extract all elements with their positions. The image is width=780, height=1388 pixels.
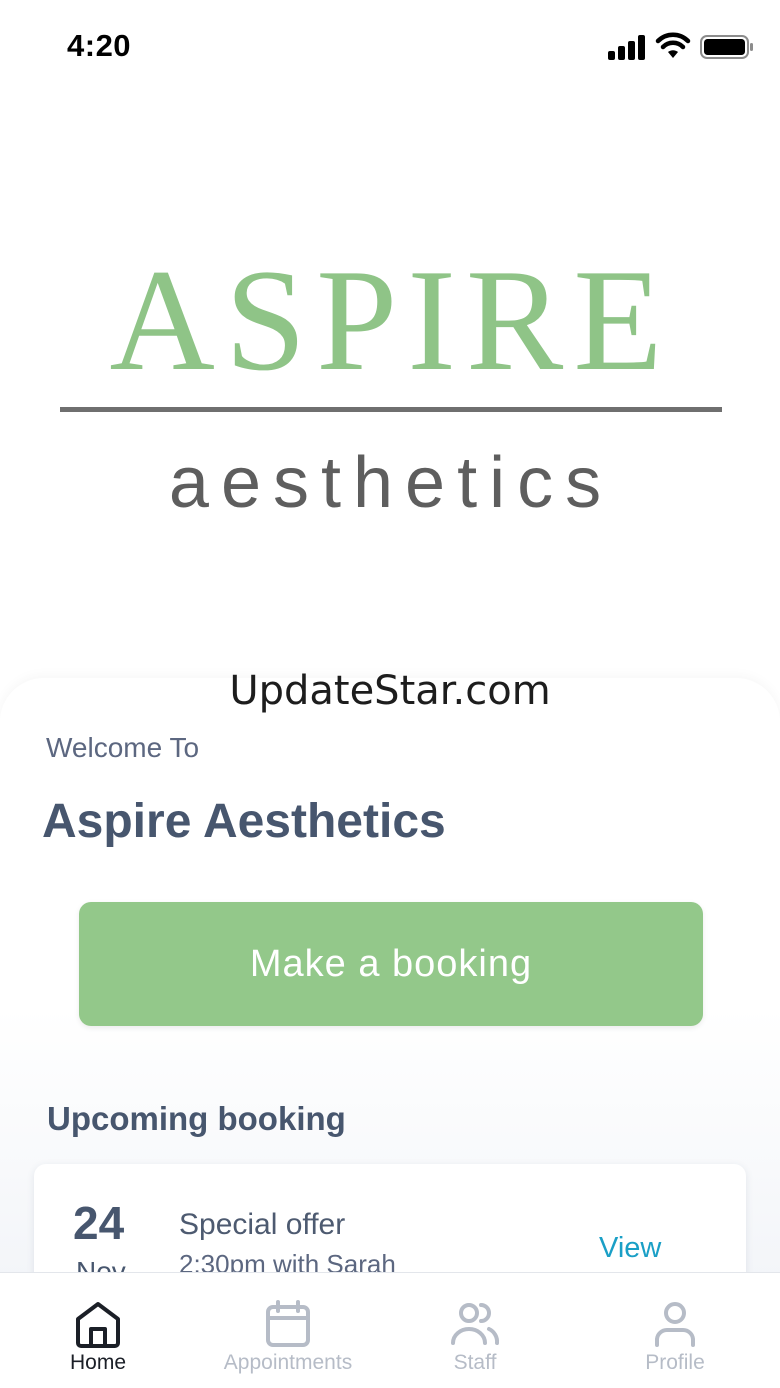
- make-booking-button[interactable]: Make a booking: [79, 902, 703, 1026]
- wifi-icon: [655, 32, 691, 58]
- welcome-label: Welcome To: [46, 732, 200, 763]
- booking-date-day: 24: [73, 1197, 125, 1249]
- logo-subtitle: aesthetics: [168, 443, 614, 523]
- logo-wordmark: ASPIRE: [109, 239, 673, 401]
- watermark-text: UpdateStar.com: [229, 668, 551, 714]
- staff-icon: [451, 1303, 500, 1345]
- status-icons: [608, 32, 753, 62]
- tab-home[interactable]: Home: [38, 1273, 158, 1388]
- tab-profile-label: Profile: [645, 1351, 705, 1374]
- status-bar: 4:20: [0, 0, 780, 92]
- tab-appointments[interactable]: Appointments: [203, 1273, 373, 1388]
- upcoming-booking-title: Upcoming booking: [47, 1100, 346, 1137]
- tab-staff-label: Staff: [453, 1351, 497, 1374]
- tab-appointments-label: Appointments: [223, 1351, 353, 1374]
- view-booking-link[interactable]: View: [599, 1232, 661, 1265]
- booking-service-title: Special offer: [179, 1208, 346, 1241]
- battery-icon: [700, 35, 753, 59]
- tab-staff[interactable]: Staff: [420, 1273, 530, 1388]
- signal-icon: [608, 34, 648, 60]
- bottom-tab-bar: Home Appointments Staff Profile: [0, 1272, 780, 1388]
- business-name: Aspire Aesthetics: [42, 795, 446, 848]
- logo-divider: [60, 407, 722, 412]
- status-time: 4:20: [67, 28, 132, 63]
- profile-icon: [655, 1302, 695, 1347]
- tab-home-label: Home: [69, 1351, 127, 1374]
- calendar-icon: [266, 1300, 310, 1347]
- tab-profile[interactable]: Profile: [625, 1273, 725, 1388]
- home-icon: [76, 1302, 120, 1348]
- brand-logo: ASPIRE aesthetics: [60, 239, 722, 525]
